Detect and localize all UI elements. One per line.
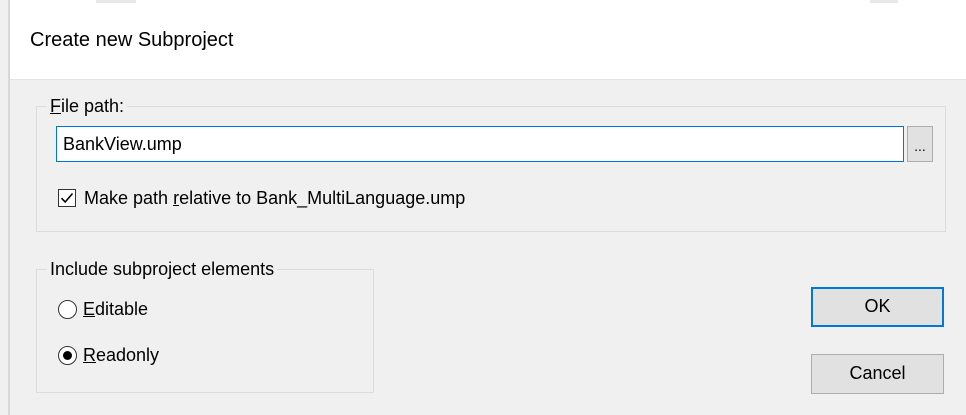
background-remnant [870,0,898,3]
title-bar[interactable]: Create new Subproject [10,0,966,80]
checkmark-icon [60,192,74,204]
editable-accesskey: E [83,298,96,319]
dialog-title: Create new Subproject [30,29,234,51]
relative-path-checkbox-row[interactable]: Make path relative to Bank_MultiLanguage… [58,186,465,210]
readonly-label: Readonly [83,345,159,366]
file-path-group: File path: [36,96,946,232]
relative-path-label: Make path relative to Bank_MultiLanguage… [84,188,465,209]
readonly-label-text: eadonly [96,344,160,365]
editable-radio-row[interactable]: Editable [58,297,148,321]
readonly-radio-row[interactable]: Readonly [58,343,159,367]
include-elements-legend: Include subproject elements [50,259,275,279]
file-path-accesskey: F [50,96,61,116]
background-remnant [96,0,136,3]
file-path-input[interactable] [56,126,904,162]
file-path-legend: File path: [47,96,127,116]
editable-label: Editable [83,299,148,320]
relative-path-checkbox[interactable] [58,189,76,207]
editable-label-text: ditable [95,298,149,319]
cancel-button[interactable]: Cancel [811,354,944,394]
create-subproject-dialog: Create new Subproject File path: ... Mak… [0,0,966,415]
file-path-legend-text: ile path: [61,96,125,116]
relative-path-label-start: Make path [84,187,174,208]
relative-path-label-end: elative to Bank_MultiLanguage.ump [179,187,466,208]
editable-radio[interactable] [58,299,77,319]
browse-button[interactable]: ... [907,126,933,162]
include-elements-group: Include subproject elements [36,259,374,393]
readonly-accesskey: R [83,344,96,365]
readonly-radio[interactable] [58,345,77,365]
ok-button[interactable]: OK [811,287,944,327]
